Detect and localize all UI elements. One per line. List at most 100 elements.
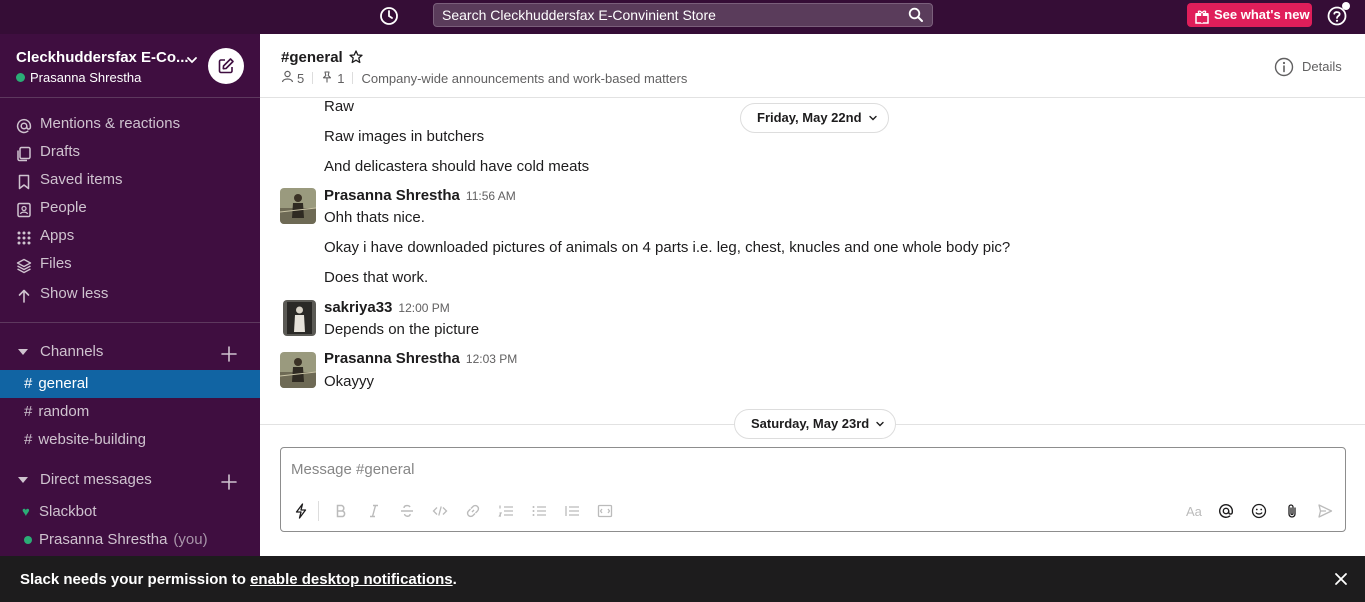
arrow-up-icon xyxy=(16,286,32,303)
avatar[interactable] xyxy=(280,188,316,224)
direct-messages-heading: Direct messages xyxy=(40,471,152,488)
message-author[interactable]: Prasanna Shrestha 11:56 AM xyxy=(324,187,516,204)
code-icon[interactable] xyxy=(432,503,448,519)
channel-title[interactable]: #general xyxy=(281,49,343,66)
caret-down-icon[interactable] xyxy=(18,477,28,483)
chevron-down-icon xyxy=(876,421,884,427)
workspace-header[interactable]: Cleckhuddersfax E-Co... Prasanna Shresth… xyxy=(0,34,260,98)
text-format-icon[interactable]: Aa xyxy=(1186,503,1204,519)
member-count[interactable]: 5 xyxy=(297,71,304,86)
nav-apps[interactable]: Apps xyxy=(0,222,260,250)
top-bar: Search Cleckhuddersfax E-Convinient Stor… xyxy=(0,0,1365,34)
author-name[interactable]: Prasanna Shrestha xyxy=(324,187,460,204)
channel-item-website-building[interactable]: # website-building xyxy=(0,426,260,454)
author-name[interactable]: sakriya33 xyxy=(324,299,392,316)
current-user-name: Prasanna Shrestha xyxy=(30,70,142,85)
date-divider-button[interactable]: Saturday, May 23rd xyxy=(734,409,897,439)
sidebar-divider xyxy=(0,322,260,323)
message-composer[interactable]: Message #general Aa xyxy=(280,447,1346,532)
author-name[interactable]: Prasanna Shrestha xyxy=(324,350,460,367)
message-text: Ohh thats nice. xyxy=(324,209,425,226)
avatar[interactable] xyxy=(280,352,316,388)
message-text: And delicastera should have cold meats xyxy=(324,158,590,175)
composer-input[interactable]: Message #general xyxy=(291,461,414,478)
bold-icon[interactable] xyxy=(333,503,349,519)
message-author[interactable]: sakriya33 12:00 PM xyxy=(324,299,450,316)
nav-label: Files xyxy=(40,255,72,272)
nav-saved-items[interactable]: Saved items xyxy=(0,166,260,194)
details-label: Details xyxy=(1302,59,1342,74)
chevron-down-icon[interactable] xyxy=(186,52,198,70)
message-time[interactable]: 12:00 PM xyxy=(398,301,449,315)
strikethrough-icon[interactable] xyxy=(399,503,415,519)
nav-show-less[interactable]: Show less xyxy=(0,280,260,308)
dm-item-self[interactable]: Prasanna Shrestha (you) xyxy=(0,526,260,554)
shortcuts-lightning-icon[interactable] xyxy=(293,503,309,519)
dm-name: Prasanna Shrestha xyxy=(39,531,168,548)
date-label: Friday, May 22nd xyxy=(757,110,862,125)
hash-icon: # xyxy=(24,403,33,420)
channel-item-general[interactable]: # general xyxy=(0,370,260,398)
nav-people[interactable]: People xyxy=(0,194,260,222)
nav-label: Saved items xyxy=(40,171,123,188)
ordered-list-icon[interactable] xyxy=(498,503,514,519)
code-block-icon[interactable] xyxy=(597,503,613,519)
channel-item-random[interactable]: # random xyxy=(0,398,260,426)
heart-icon: ♥ xyxy=(22,504,30,519)
message-author[interactable]: Prasanna Shrestha 12:03 PM xyxy=(324,350,517,367)
avatar[interactable] xyxy=(283,300,316,336)
emoji-icon[interactable] xyxy=(1251,503,1267,519)
dm-you-suffix: (you) xyxy=(173,531,208,548)
hash-icon: # xyxy=(24,431,33,448)
enable-notifications-link[interactable]: enable desktop notifications xyxy=(250,571,453,588)
add-channel-icon[interactable] xyxy=(221,344,237,372)
date-divider-button[interactable]: Friday, May 22nd xyxy=(740,103,889,133)
attach-icon[interactable] xyxy=(1284,503,1300,519)
bookmark-icon xyxy=(16,172,32,190)
nav-label: Mentions & reactions xyxy=(40,115,181,132)
link-icon[interactable] xyxy=(465,503,481,519)
members-icon[interactable] xyxy=(281,70,294,86)
send-icon[interactable] xyxy=(1317,503,1333,519)
channels-section-header[interactable]: Channels xyxy=(0,338,260,366)
workspace-name[interactable]: Cleckhuddersfax E-Co... xyxy=(16,49,189,66)
notification-permission-banner: Slack needs your permission to enable de… xyxy=(0,556,1365,602)
dm-item-slackbot[interactable]: ♥ Slackbot xyxy=(0,498,260,526)
italic-icon[interactable] xyxy=(366,503,382,519)
search-icon[interactable] xyxy=(908,7,924,29)
toolbar-separator xyxy=(318,501,319,521)
nav-label: Drafts xyxy=(40,143,81,160)
current-user: Prasanna Shrestha xyxy=(16,70,141,85)
close-icon[interactable] xyxy=(1334,572,1348,590)
info-icon xyxy=(1274,57,1294,77)
compose-button[interactable] xyxy=(208,48,244,84)
mention-icon[interactable] xyxy=(1218,503,1234,519)
banner-text-before: Slack needs your permission to xyxy=(20,571,251,588)
star-icon[interactable] xyxy=(349,50,363,69)
chevron-down-icon xyxy=(868,115,877,121)
pinned-count[interactable]: 1 xyxy=(337,71,344,86)
direct-messages-section-header[interactable]: Direct messages xyxy=(0,466,260,494)
nav-drafts[interactable]: Drafts xyxy=(0,138,260,166)
bulleted-list-icon[interactable] xyxy=(531,503,547,519)
hash-icon: # xyxy=(24,375,33,392)
nav-mentions-reactions[interactable]: Mentions & reactions xyxy=(0,110,260,138)
add-dm-icon[interactable] xyxy=(221,472,237,500)
banner-text-after: . xyxy=(452,571,457,588)
details-button[interactable]: Details xyxy=(1274,57,1342,77)
channel-topic[interactable]: Company-wide announcements and work-base… xyxy=(361,71,687,86)
message-list: Raw Raw images in butchers And delicaste… xyxy=(260,98,1365,438)
whats-new-button[interactable]: See what's new xyxy=(1187,3,1312,27)
dm-name: Slackbot xyxy=(39,503,97,520)
caret-down-icon[interactable] xyxy=(18,349,28,355)
blockquote-icon[interactable] xyxy=(564,503,580,519)
pin-icon[interactable] xyxy=(321,70,333,86)
nav-files[interactable]: Files xyxy=(0,250,260,278)
channel-name: website-building xyxy=(38,431,146,448)
at-icon xyxy=(16,116,32,134)
meta-separator xyxy=(312,72,314,84)
message-time[interactable]: 11:56 AM xyxy=(466,189,516,203)
search-input[interactable]: Search Cleckhuddersfax E-Convinient Stor… xyxy=(433,3,933,27)
message-time[interactable]: 12:03 PM xyxy=(466,352,517,366)
history-icon[interactable] xyxy=(378,5,400,27)
